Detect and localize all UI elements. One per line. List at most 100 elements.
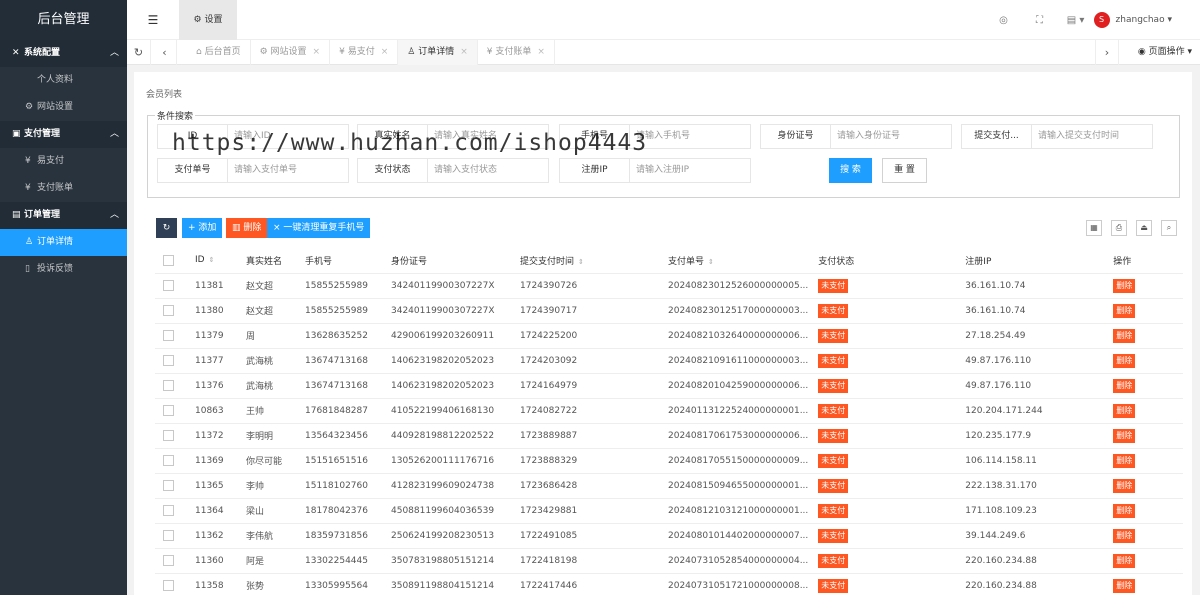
cell-register-ip: 220.160.234.88 bbox=[955, 548, 1104, 574]
close-icon[interactable]: × bbox=[381, 47, 389, 57]
menu-item-site-settings[interactable]: ⚙ 网站设置 bbox=[0, 94, 127, 121]
cell-id: 11381 bbox=[185, 273, 236, 299]
submit-time-field[interactable]: 提交支付... 请输入提交支付时间 bbox=[961, 124, 1153, 149]
row-delete-button[interactable]: 删除 bbox=[1113, 478, 1136, 493]
search-legend: 条件搜索 bbox=[155, 109, 196, 122]
avatar[interactable]: S bbox=[1093, 12, 1110, 28]
cell-id-card: 429006199203260911 bbox=[381, 323, 510, 349]
row-delete-button[interactable]: 删除 bbox=[1113, 303, 1136, 318]
sort-icon[interactable]: ⇕ bbox=[708, 258, 714, 266]
add-button[interactable]: + 添加 bbox=[182, 218, 223, 238]
chevron-left-icon[interactable]: ‹ bbox=[153, 40, 177, 65]
row-checkbox[interactable] bbox=[155, 498, 185, 524]
menu-item-epay[interactable]: ¥ 易支付 bbox=[0, 148, 127, 175]
reset-button[interactable]: 重 置 bbox=[882, 158, 927, 183]
top-header: ☰ ⚙ 设置 ◎ ⛶ ▤ ▾ S zhangchao ▾ bbox=[127, 0, 1200, 40]
refresh-button[interactable]: ↻ bbox=[156, 218, 177, 238]
row-delete-button[interactable]: 删除 bbox=[1113, 453, 1136, 468]
row-delete-button[interactable]: 删除 bbox=[1113, 353, 1136, 368]
status-badge: 未支付 bbox=[818, 528, 849, 543]
tab-epay[interactable]: ¥ 易支付 × bbox=[330, 40, 399, 65]
row-delete-button[interactable]: 删除 bbox=[1113, 528, 1136, 543]
sort-icon[interactable]: ⇕ bbox=[578, 258, 584, 266]
fullscreen-icon[interactable]: ⛶ bbox=[1022, 15, 1058, 26]
col-id[interactable]: ID ⇕ bbox=[185, 248, 236, 274]
cell-phone: 13302254445 bbox=[295, 548, 381, 574]
row-delete-button[interactable]: 删除 bbox=[1113, 328, 1136, 343]
row-checkbox[interactable] bbox=[155, 523, 185, 549]
order-number-field[interactable]: 支付单号 请输入支付单号 bbox=[157, 158, 349, 183]
row-checkbox[interactable] bbox=[155, 298, 185, 324]
row-delete-button[interactable]: 删除 bbox=[1113, 578, 1136, 593]
document-icon: ▯ bbox=[25, 264, 30, 274]
theme-dropdown-icon[interactable]: ▤ ▾ bbox=[1058, 15, 1094, 26]
row-checkbox[interactable] bbox=[155, 273, 185, 299]
cell-id-card: 350891198804151214 bbox=[381, 573, 510, 595]
menu-group-system[interactable]: ✕ 系统配置 ︿ bbox=[0, 40, 127, 67]
close-icon[interactable]: × bbox=[313, 47, 321, 57]
row-checkbox[interactable] bbox=[155, 548, 185, 574]
row-checkbox[interactable] bbox=[155, 473, 185, 499]
export-icon[interactable]: ⏏ bbox=[1136, 220, 1152, 236]
page-operations-dropdown[interactable]: ◉ 页面操作 ▾ bbox=[1138, 40, 1192, 65]
register-ip-field[interactable]: 注册IP 请输入注册IP bbox=[559, 158, 751, 183]
menu-group-orders[interactable]: ▤ 订单管理 ︿ bbox=[0, 202, 127, 229]
sort-icon[interactable]: ⇕ bbox=[209, 256, 215, 264]
chevron-right-icon[interactable]: › bbox=[1095, 40, 1119, 65]
table-row: 11369 你尽可能 15151651516 130526200111176716 17… bbox=[155, 448, 1183, 474]
close-icon[interactable]: × bbox=[537, 47, 545, 57]
user-icon: ♙ bbox=[25, 237, 34, 247]
menu-toggle-icon[interactable]: ☰ bbox=[139, 0, 167, 40]
main-content: https://www.huzhan.com/ishop4443 会员列表 条件… bbox=[127, 66, 1200, 595]
row-delete-button[interactable]: 删除 bbox=[1113, 378, 1136, 393]
cell-order-number: 20240731051721000000008... bbox=[658, 573, 809, 595]
cell-actions: 删除 bbox=[1103, 398, 1183, 424]
row-delete-button[interactable]: 删除 bbox=[1113, 553, 1136, 568]
id-card-field[interactable]: 身份证号 请输入身份证号 bbox=[760, 124, 952, 149]
cell-phone: 18178042376 bbox=[295, 498, 381, 524]
row-checkbox[interactable] bbox=[155, 448, 185, 474]
cell-id: 11358 bbox=[185, 573, 236, 595]
search-icon[interactable]: ⌕ bbox=[1161, 220, 1177, 236]
menu-item-order-details[interactable]: ♙ 订单详情 bbox=[0, 229, 127, 256]
menu-item-bills[interactable]: ¥ 支付账单 bbox=[0, 175, 127, 202]
col-actions: 操作 bbox=[1103, 248, 1183, 274]
table-row: 11360 阿是 13302254445 350783198805151214 1722… bbox=[155, 548, 1183, 574]
row-checkbox[interactable] bbox=[155, 348, 185, 374]
search-button[interactable]: 搜 索 bbox=[829, 158, 872, 183]
row-delete-button[interactable]: 删除 bbox=[1113, 278, 1136, 293]
col-order-number[interactable]: 支付单号 ⇕ bbox=[658, 248, 809, 274]
row-checkbox[interactable] bbox=[155, 398, 185, 424]
row-delete-button[interactable]: 删除 bbox=[1113, 403, 1136, 418]
col-submit-time[interactable]: 提交支付时间 ⇕ bbox=[510, 248, 658, 274]
row-delete-button[interactable]: 删除 bbox=[1113, 503, 1136, 518]
cell-actions: 删除 bbox=[1103, 298, 1183, 324]
tab-site-settings[interactable]: ⚙ 网站设置 × bbox=[251, 40, 331, 65]
row-checkbox[interactable] bbox=[155, 323, 185, 349]
select-all-checkbox[interactable] bbox=[155, 248, 185, 274]
print-icon[interactable]: ⎙ bbox=[1111, 220, 1127, 236]
tab-order-details[interactable]: ♙ 订单详情 × bbox=[398, 40, 478, 65]
col-name: 真实姓名 bbox=[236, 248, 295, 274]
columns-icon[interactable]: ▦ bbox=[1086, 220, 1102, 236]
row-checkbox[interactable] bbox=[155, 573, 185, 595]
cell-name: 周 bbox=[236, 323, 295, 349]
pay-status-field[interactable]: 支付状态 请输入支付状态 bbox=[357, 158, 549, 183]
settings-tab[interactable]: ⚙ 设置 bbox=[179, 0, 237, 40]
dedupe-phone-button[interactable]: × 一键清理重复手机号 bbox=[267, 218, 371, 238]
row-delete-button[interactable]: 删除 bbox=[1113, 428, 1136, 443]
row-checkbox[interactable] bbox=[155, 423, 185, 449]
delete-button[interactable]: ▥ 删除 bbox=[226, 218, 268, 238]
row-checkbox[interactable] bbox=[155, 373, 185, 399]
cell-pay-status: 未支付 bbox=[808, 473, 956, 499]
menu-item-complaints[interactable]: ▯ 投诉反馈 bbox=[0, 256, 127, 283]
username-dropdown[interactable]: zhangchao ▾ bbox=[1116, 15, 1172, 25]
close-icon[interactable]: × bbox=[460, 47, 468, 57]
globe-icon[interactable]: ◎ bbox=[986, 15, 1022, 26]
menu-item-profile[interactable]: 个人资料 bbox=[0, 67, 127, 94]
tab-home[interactable]: ⌂ 后台首页 bbox=[187, 40, 251, 65]
tab-bills[interactable]: ¥ 支付账单 × bbox=[478, 40, 555, 65]
cell-name: 王帅 bbox=[236, 398, 295, 424]
refresh-icon[interactable]: ↻ bbox=[127, 40, 151, 65]
menu-group-payment[interactable]: ▣ 支付管理 ︿ bbox=[0, 121, 127, 148]
